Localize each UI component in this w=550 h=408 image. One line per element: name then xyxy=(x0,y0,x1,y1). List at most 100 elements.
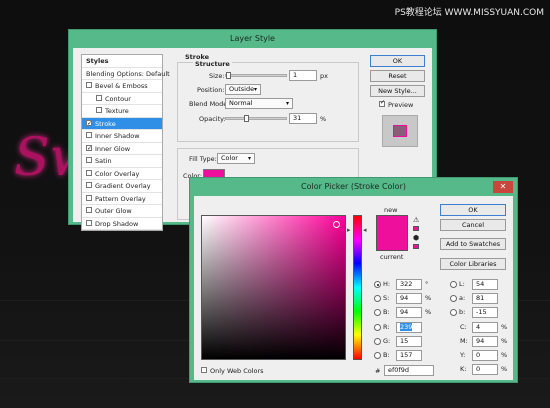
style-item-checkbox[interactable] xyxy=(96,107,102,113)
only-web-colors-checkbox[interactable]: Only Web Colors xyxy=(201,367,264,375)
preview-checkbox[interactable]: Preview xyxy=(379,99,414,109)
add-to-swatches-button[interactable]: Add to Swatches xyxy=(440,238,506,250)
style-item-drop-shadow[interactable]: Drop Shadow xyxy=(82,218,162,230)
hue-slider-right-arrow[interactable]: ◂ xyxy=(363,226,367,234)
lab-radio-l[interactable] xyxy=(450,281,457,288)
rgb-label: B: xyxy=(383,351,390,359)
cmyk-input-m[interactable]: 94 xyxy=(472,336,498,347)
lab-label: L: xyxy=(459,280,465,288)
style-item-checkbox[interactable] xyxy=(86,132,92,138)
style-item-label: Gradient Overlay xyxy=(95,182,151,190)
style-item-checkbox[interactable] xyxy=(86,219,92,226)
cmyk-input-k[interactable]: 0 xyxy=(472,364,498,375)
ok-button[interactable]: OK xyxy=(440,204,506,216)
style-item-bevel-emboss[interactable]: Bevel & Emboss xyxy=(82,80,162,93)
style-item-outer-glow[interactable]: Outer Glow xyxy=(82,205,162,218)
rgb-input-b[interactable]: 157 xyxy=(396,350,422,361)
hue-slider[interactable] xyxy=(353,215,362,360)
style-item-checkbox[interactable] xyxy=(86,182,92,188)
rgb-radio-r[interactable] xyxy=(374,324,381,331)
rgb-label: G: xyxy=(383,337,391,345)
color-libraries-button[interactable]: Color Libraries xyxy=(440,258,506,270)
blend-mode-value: Normal xyxy=(229,99,253,107)
opacity-input[interactable]: 31 xyxy=(289,113,317,124)
hsb-radio-s[interactable] xyxy=(374,295,381,302)
opacity-slider[interactable] xyxy=(225,115,287,122)
close-icon[interactable]: ✕ xyxy=(493,181,513,193)
hsb-input-b[interactable]: 94 xyxy=(396,307,422,318)
color-field-cursor[interactable] xyxy=(333,221,340,228)
blend-mode-select[interactable]: Normal ▾ xyxy=(225,98,293,109)
hex-input[interactable]: ef0f9d xyxy=(384,365,434,376)
layer-style-titlebar[interactable]: Layer Style xyxy=(69,30,436,48)
cmyk-input-c[interactable]: 4 xyxy=(472,322,498,333)
style-item-checkbox[interactable] xyxy=(86,157,92,163)
size-input[interactable]: 1 xyxy=(289,70,317,81)
size-slider-thumb[interactable] xyxy=(226,72,231,79)
hue-slider-left-arrow[interactable]: ▸ xyxy=(347,226,351,234)
style-item-checkbox[interactable] xyxy=(96,94,102,101)
gamut-warning-icon[interactable]: ⚠ xyxy=(413,216,419,224)
lab-input-b[interactable]: -15 xyxy=(472,307,498,318)
cmyk-value: 0 xyxy=(476,365,481,373)
hsb-input-s[interactable]: 94 xyxy=(396,293,422,304)
lab-radio-b[interactable] xyxy=(450,309,457,316)
chevron-down-icon: ▾ xyxy=(253,86,257,93)
cmyk-label: K: xyxy=(460,365,467,373)
style-item-contour[interactable]: Contour xyxy=(82,93,162,105)
style-item-color-overlay[interactable]: Color Overlay xyxy=(82,168,162,180)
style-item-label: Inner Shadow xyxy=(95,132,140,140)
rgb-radio-g[interactable] xyxy=(374,338,381,345)
hsb-radio-h[interactable] xyxy=(374,281,381,288)
style-item-satin[interactable]: Satin xyxy=(82,155,162,168)
gamut-color-swatch[interactable] xyxy=(413,226,419,231)
cancel-button[interactable]: Cancel xyxy=(440,219,506,231)
styles-header[interactable]: Styles xyxy=(82,55,162,68)
style-item-inner-shadow[interactable]: Inner Shadow xyxy=(82,130,162,143)
reset-button[interactable]: Reset xyxy=(370,70,425,82)
color-picker-titlebar[interactable]: Color Picker (Stroke Color) ✕ xyxy=(190,178,517,196)
new-style-button[interactable]: New Style... xyxy=(370,85,425,97)
style-item-label: Stroke xyxy=(95,119,116,128)
color-field[interactable] xyxy=(201,215,346,360)
opacity-slider-thumb[interactable] xyxy=(243,115,249,122)
size-slider[interactable] xyxy=(225,72,287,79)
cmyk-unit: % xyxy=(501,323,508,331)
style-item-gradient-overlay[interactable]: Gradient Overlay xyxy=(82,180,162,193)
lab-input-a[interactable]: 81 xyxy=(472,293,498,304)
current-color-swatch[interactable] xyxy=(376,233,408,251)
lab-input-l[interactable]: 54 xyxy=(472,279,498,290)
web-safe-color-swatch[interactable] xyxy=(413,244,419,249)
style-item-pattern-overlay[interactable]: Pattern Overlay xyxy=(82,193,162,205)
ok-button[interactable]: OK xyxy=(370,55,425,67)
style-item-checkbox[interactable] xyxy=(86,207,92,213)
lab-value: 81 xyxy=(476,294,485,302)
cmyk-label: M: xyxy=(460,337,468,345)
hsb-radio-b[interactable] xyxy=(374,309,381,316)
hsb-value: 94 xyxy=(400,308,409,316)
rgb-radio-b[interactable] xyxy=(374,352,381,359)
hsb-input-h[interactable]: 322 xyxy=(396,279,422,290)
style-item-checkbox[interactable] xyxy=(86,169,92,176)
style-item-checkbox[interactable] xyxy=(86,194,92,201)
cmyk-input-y[interactable]: 0 xyxy=(472,350,498,361)
hsb-unit: ° xyxy=(425,280,429,288)
style-item-inner-glow[interactable]: Inner Glow xyxy=(82,143,162,155)
lab-radio-a[interactable] xyxy=(450,295,457,302)
blending-options-item[interactable]: Blending Options: Default xyxy=(82,68,170,80)
fill-type-select[interactable]: Color ▾ xyxy=(217,153,255,164)
current-label: current xyxy=(380,253,404,261)
style-item-checkbox[interactable] xyxy=(86,143,92,155)
style-item-texture[interactable]: Texture xyxy=(82,105,162,118)
preview-label: Preview xyxy=(388,101,414,109)
fill-type-value: Color xyxy=(221,154,238,162)
style-preview-thumbnail xyxy=(393,125,407,137)
rgb-input-g[interactable]: 15 xyxy=(396,336,422,347)
position-select[interactable]: Outside ▾ xyxy=(225,84,261,95)
web-safe-cube-icon[interactable]: ⬢ xyxy=(413,234,419,242)
style-item-checkbox[interactable] xyxy=(86,82,92,88)
style-item-checkbox[interactable] xyxy=(86,118,92,130)
hsb-label: S: xyxy=(383,294,390,302)
style-item-stroke[interactable]: Stroke xyxy=(82,117,162,130)
rgb-input-r[interactable]: 239 xyxy=(396,322,422,333)
